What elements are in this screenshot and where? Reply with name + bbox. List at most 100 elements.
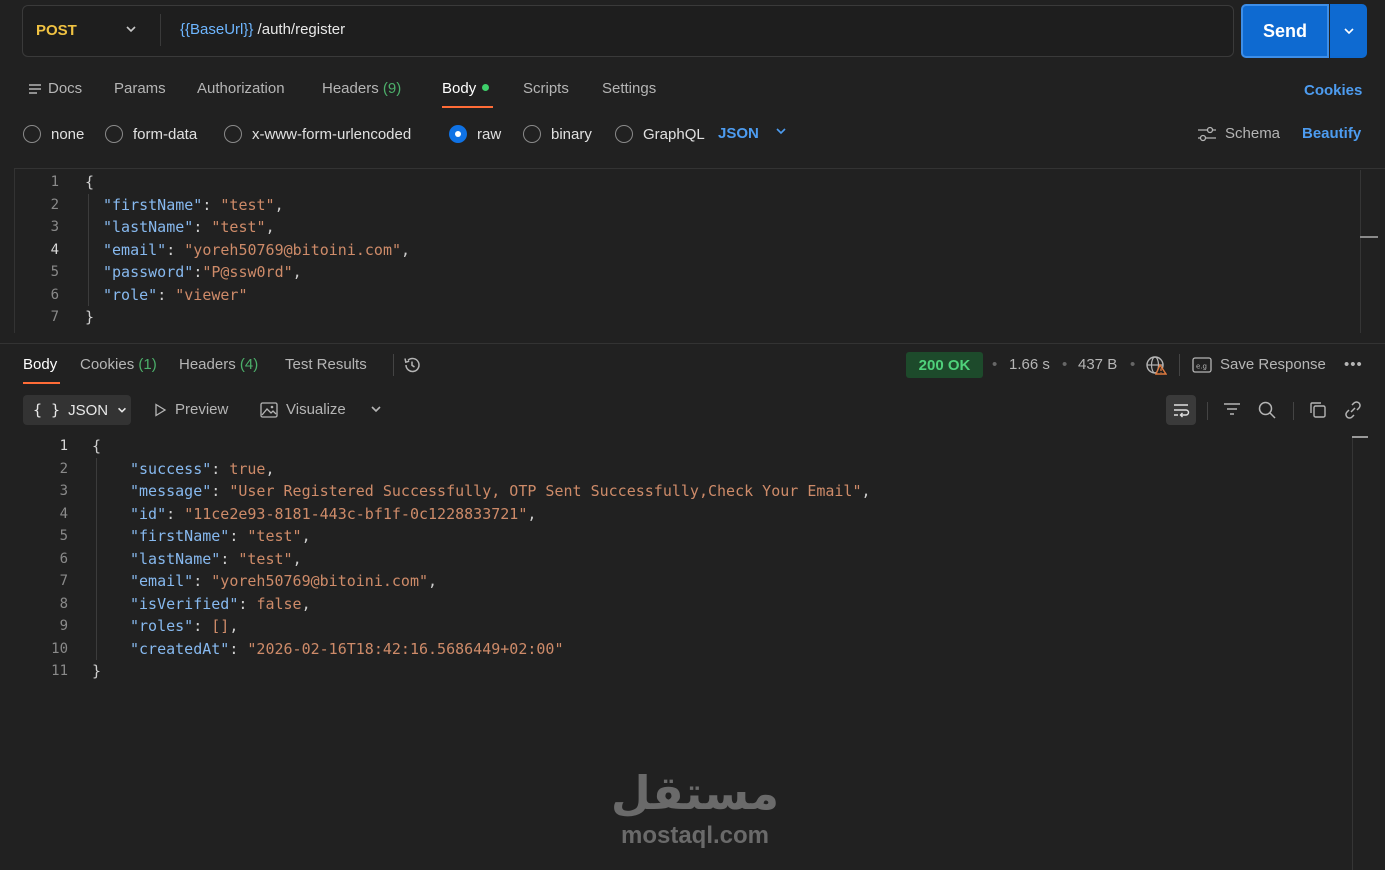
cookies-link[interactable]: Cookies xyxy=(1304,82,1362,99)
code-brace: } xyxy=(92,662,102,680)
radio-binary[interactable]: binary xyxy=(523,124,592,144)
json-separator: : xyxy=(157,285,176,304)
chevron-down-icon[interactable] xyxy=(124,22,138,40)
response-tab-headers-label: Headers xyxy=(179,356,236,373)
send-options-button[interactable] xyxy=(1330,4,1367,58)
radio-graphql[interactable]: GraphQL xyxy=(615,124,705,144)
tab-body-label: Body xyxy=(442,80,477,97)
tab-authorization[interactable]: Authorization xyxy=(197,80,285,97)
response-size[interactable]: 437 B xyxy=(1078,356,1117,373)
chevron-down-icon xyxy=(1343,28,1354,35)
more-options-icon[interactable]: ••• xyxy=(1344,356,1363,373)
play-icon xyxy=(155,402,167,417)
request-body-editor[interactable]: 1 {2 "firstName": "test", 3 "lastName": "tes… xyxy=(14,168,1385,333)
json-separator: : xyxy=(229,527,248,545)
json-comma: , xyxy=(265,218,275,236)
visualize-button[interactable]: Visualize xyxy=(260,401,346,418)
response-tab-body[interactable]: Body xyxy=(23,356,57,373)
json-value: "11ce2e93-8181-443c-bf1f-0c1228833721" xyxy=(184,504,528,523)
tab-separator xyxy=(393,354,394,376)
language-select[interactable]: JSON xyxy=(718,125,759,142)
json-separator: : xyxy=(166,240,185,259)
chevron-down-icon[interactable] xyxy=(369,402,383,420)
preview-label: Preview xyxy=(175,401,229,418)
json-value: "yoreh50769@bitoini.com" xyxy=(211,572,429,590)
sliders-icon xyxy=(1198,126,1216,141)
line-number: 8 xyxy=(59,595,68,612)
status-badge[interactable]: 200 OK xyxy=(906,352,983,378)
response-tab-test-results[interactable]: Test Results xyxy=(285,356,367,373)
send-button[interactable]: Send xyxy=(1241,4,1329,58)
line-number: 7 xyxy=(50,309,59,325)
pane-divider[interactable] xyxy=(0,343,1385,344)
method-select[interactable]: POST xyxy=(36,22,77,39)
line-number: 9 xyxy=(59,618,68,634)
link-icon[interactable] xyxy=(1343,400,1363,424)
chevron-down-icon[interactable] xyxy=(774,124,788,142)
response-time[interactable]: 1.66 s xyxy=(1009,356,1050,373)
response-tab-cookies[interactable]: Cookies (1) xyxy=(80,356,157,373)
code-line: { xyxy=(92,435,101,458)
response-scrollbar[interactable] xyxy=(1352,436,1353,870)
radio-form-data-label: form-data xyxy=(133,125,198,143)
json-value: "test" xyxy=(247,527,302,545)
tab-settings[interactable]: Settings xyxy=(602,80,656,97)
radio-form-data[interactable]: form-data xyxy=(105,124,197,144)
line-number: 1 xyxy=(59,438,68,454)
search-icon[interactable] xyxy=(1257,400,1277,424)
request-editor-scrollbar[interactable] xyxy=(1360,170,1361,333)
url-input[interactable]: {{BaseUrl}} /auth/register xyxy=(180,21,345,38)
response-headers-count: (4) xyxy=(239,356,259,373)
radio-binary-label: binary xyxy=(551,125,592,143)
line-number: 4 xyxy=(59,505,68,522)
radio-circle xyxy=(523,125,541,143)
response-body-viewer[interactable]: 1 {2 "success": true, 3 "message": "User Reg… xyxy=(0,434,1350,694)
json-separator: : xyxy=(220,549,239,568)
docs-icon xyxy=(29,83,41,94)
schema-label: Schema xyxy=(1225,125,1281,142)
json-key: "message" xyxy=(130,482,212,500)
wrap-lines-button[interactable] xyxy=(1166,395,1196,425)
meta-separator: • xyxy=(1062,356,1068,373)
history-icon[interactable] xyxy=(402,355,422,379)
response-tab-headers[interactable]: Headers (4) xyxy=(179,356,258,373)
json-key: "id" xyxy=(130,504,167,523)
tab-docs[interactable]: Docs xyxy=(28,80,82,97)
radio-raw[interactable]: raw xyxy=(449,124,501,144)
json-separator: : xyxy=(166,504,185,523)
json-value: "2026-02-16T18:42:16.5686449+02:00" xyxy=(247,639,564,658)
radio-urlencoded-label: x-www-form-urlencoded xyxy=(252,125,412,143)
filter-icon[interactable] xyxy=(1222,400,1242,422)
code-line: } xyxy=(92,660,101,683)
tab-params[interactable]: Params xyxy=(114,80,166,97)
radio-urlencoded[interactable]: x-www-form-urlencoded xyxy=(224,124,411,144)
response-format-select[interactable]: { } JSON xyxy=(23,395,131,425)
line-number: 4 xyxy=(50,241,59,258)
json-comma: , xyxy=(229,617,239,635)
scrollbar-thumb[interactable] xyxy=(1360,236,1378,238)
schema-button[interactable]: Schema xyxy=(1197,125,1280,142)
radio-circle xyxy=(23,125,41,143)
tab-body[interactable]: Body xyxy=(442,80,490,97)
copy-icon[interactable] xyxy=(1308,400,1328,424)
json-value: true xyxy=(229,459,266,478)
radio-circle xyxy=(105,125,123,143)
code-line: "createdAt": "2026-02-16T18:42:16.568644… xyxy=(130,638,563,661)
tab-headers[interactable]: Headers (9) xyxy=(322,80,401,97)
json-value: "test" xyxy=(220,195,275,214)
line-number: 6 xyxy=(59,550,68,567)
json-value: "User Registered Successfully, OTP Sent … xyxy=(229,482,862,500)
radio-none[interactable]: none xyxy=(23,124,84,144)
save-response-button[interactable]: e.g Save Response xyxy=(1192,356,1326,373)
json-key: "lastName" xyxy=(130,549,221,568)
tab-scripts[interactable]: Scripts xyxy=(523,80,569,97)
scrollbar-thumb[interactable] xyxy=(1352,436,1368,438)
beautify-button[interactable]: Beautify xyxy=(1302,125,1361,142)
active-tab-underline xyxy=(23,382,60,384)
preview-button[interactable]: Preview xyxy=(153,401,228,418)
json-comma: , xyxy=(292,549,302,568)
network-globe-icon[interactable] xyxy=(1145,355,1168,379)
response-format-label: JSON xyxy=(68,401,109,419)
cookies-count: (1) xyxy=(138,356,157,373)
code-line: "firstName": "test", xyxy=(130,525,311,548)
